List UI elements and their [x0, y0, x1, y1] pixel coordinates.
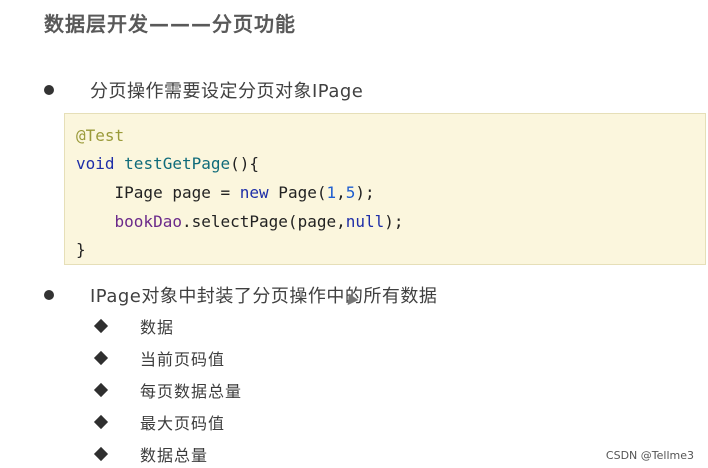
- sub-item-text: 当前页码值: [140, 350, 226, 369]
- code-number: 5: [345, 183, 356, 202]
- code-line-4: bookDao.selectPage(page,null);: [76, 212, 404, 231]
- code-annotation: @Test: [76, 126, 125, 145]
- bullet-item-1: 分页操作需要设定分页对象IPage: [44, 77, 363, 103]
- sub-item-text: 数据: [140, 318, 175, 337]
- code-keyword: new: [239, 183, 269, 202]
- diamond-bullet-icon: [93, 382, 109, 398]
- page-title: 数据层开发———分页功能: [44, 12, 296, 36]
- diamond-bullet-icon: [93, 446, 109, 462]
- sub-item-text: 数据总量: [140, 446, 209, 465]
- sub-item: 数据: [93, 314, 175, 338]
- code-text: Page(: [268, 183, 327, 202]
- sub-item: 数据总量: [93, 442, 209, 466]
- code-text: (){: [230, 154, 260, 173]
- code-line-5: }: [76, 240, 86, 259]
- code-text: );: [384, 212, 404, 231]
- code-text: .selectPage(page,: [181, 212, 346, 231]
- sub-item: 最大页码值: [93, 410, 226, 434]
- watermark: CSDN @Tellme3: [605, 449, 694, 462]
- code-line-1: @Test: [76, 126, 124, 145]
- sub-item: 当前页码值: [93, 346, 226, 370]
- bullet-text: 分页操作需要设定分页对象IPage: [90, 81, 364, 102]
- sub-item: 每页数据总量: [93, 378, 243, 402]
- bullet-item-2: IPage对象中封装了分页操作中的所有数据: [44, 282, 437, 308]
- diamond-bullet-icon: [93, 414, 109, 430]
- sub-item-text: 最大页码值: [140, 414, 226, 433]
- sub-item-text: 每页数据总量: [140, 382, 243, 401]
- diamond-bullet-icon: [93, 318, 109, 334]
- code-block: @Test void testGetPage(){ IPage page = n…: [64, 113, 706, 265]
- code-method-name: testGetPage: [124, 154, 231, 173]
- code-number: 1: [326, 183, 337, 202]
- code-line-2: void testGetPage(){: [76, 154, 259, 173]
- code-text: );: [355, 183, 375, 202]
- bullet-dot-icon: [44, 290, 54, 300]
- bullet-dot-icon: [44, 85, 54, 95]
- bullet-text: IPage对象中封装了分页操作中的所有数据: [90, 286, 438, 307]
- code-keyword: null: [345, 212, 385, 231]
- diamond-bullet-icon: [93, 350, 109, 366]
- code-field: bookDao: [114, 212, 182, 231]
- code-keyword: void: [76, 154, 115, 173]
- code-line-3: IPage page = new Page(1,5);: [76, 183, 375, 202]
- code-text: IPage page =: [76, 183, 240, 202]
- code-text: ,: [336, 183, 346, 202]
- code-text: }: [76, 240, 86, 259]
